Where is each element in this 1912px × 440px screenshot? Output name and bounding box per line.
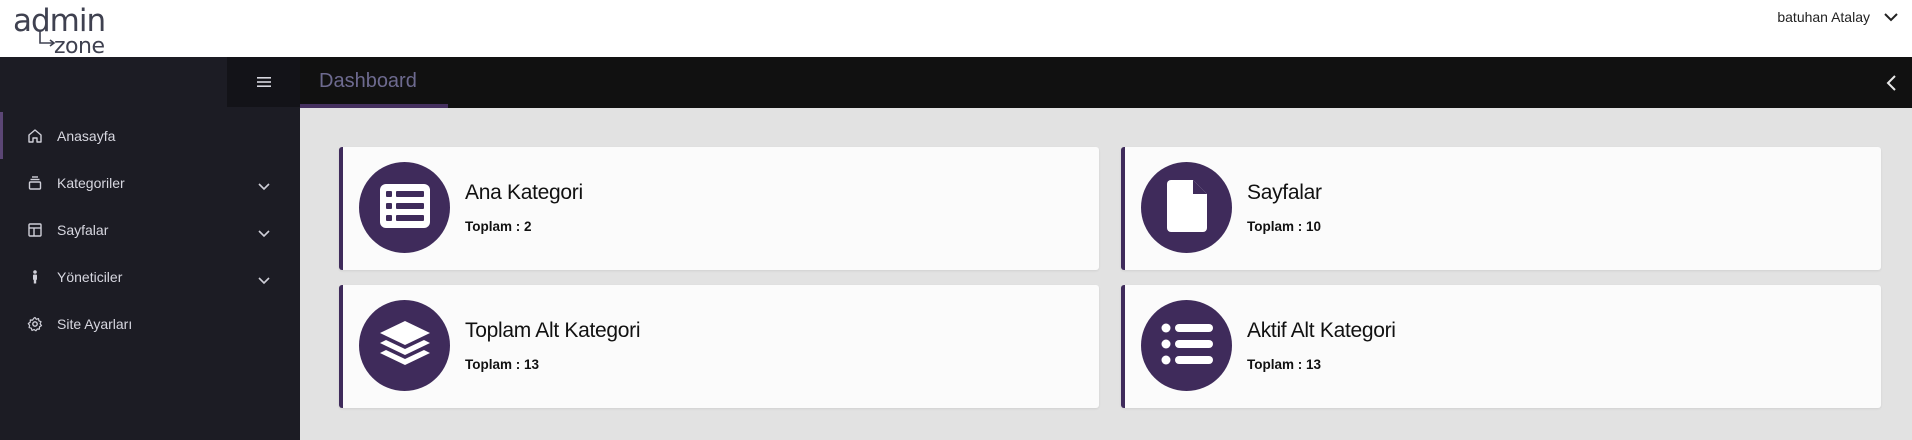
card-count: Toplam : 13	[1247, 357, 1322, 372]
dashboard-cards: Ana Kategori Toplam : 2 Sayfalar Toplam …	[339, 147, 1881, 408]
card-title: Sayfalar	[1247, 181, 1322, 204]
logo[interactable]: admin zone	[13, 3, 119, 59]
sidebar-item-anasayfa[interactable]: Anasayfa	[0, 112, 300, 159]
user-name[interactable]: batuhan Atalay	[1777, 9, 1870, 25]
person-icon	[27, 269, 43, 285]
card-icon-badge	[359, 162, 450, 253]
stat-card-sayfalar[interactable]: Sayfalar Toplam : 10	[1121, 147, 1881, 270]
chevron-down-icon[interactable]	[258, 225, 270, 241]
page-header: Dashboard	[300, 57, 1912, 108]
sidebar-nav: Anasayfa Kategoriler Sayfalar Yöneticile…	[0, 112, 300, 347]
sidebar-item-kategoriler[interactable]: Kategoriler	[0, 159, 300, 206]
stat-card-aktif-alt-kategori[interactable]: Aktif Alt Kategori Toplam : 13	[1121, 285, 1881, 408]
page-title: Dashboard	[319, 70, 417, 92]
card-title: Aktif Alt Kategori	[1247, 319, 1396, 342]
card-title: Toplam Alt Kategori	[465, 319, 641, 342]
stat-card-ana-kategori[interactable]: Ana Kategori Toplam : 2	[339, 147, 1099, 270]
layers-icon	[27, 175, 43, 191]
sidebar-item-label: Kategoriler	[57, 174, 125, 191]
hamburger-icon[interactable]	[256, 73, 271, 92]
card-icon-badge	[1141, 300, 1232, 391]
layers-icon	[378, 319, 432, 373]
stat-card-toplam-alt-kategori[interactable]: Toplam Alt Kategori Toplam : 13	[339, 285, 1099, 408]
card-icon-badge	[1141, 162, 1232, 253]
user-menu[interactable]: batuhan Atalay	[1777, 8, 1898, 26]
logo-text-bottom: zone	[54, 34, 105, 55]
chevron-down-icon[interactable]	[1884, 12, 1898, 22]
sidebar: Anasayfa Kategoriler Sayfalar Yöneticile…	[0, 57, 300, 440]
title-underline	[300, 104, 448, 108]
chevron-down-icon[interactable]	[258, 272, 270, 288]
gear-icon	[27, 316, 43, 332]
sidebar-item-label: Sayfalar	[57, 221, 109, 238]
sidebar-toggle-button[interactable]	[227, 57, 300, 107]
sidebar-item-label: Yöneticiler	[57, 268, 123, 285]
file-icon	[1166, 179, 1207, 236]
card-title: Ana Kategori	[465, 181, 583, 204]
card-count: Toplam : 2	[465, 219, 532, 234]
chevron-left-icon[interactable]	[1882, 73, 1902, 93]
top-bar: admin zone batuhan Atalay	[0, 0, 1912, 59]
sidebar-item-label: Site Ayarları	[57, 315, 133, 332]
card-count: Toplam : 13	[465, 357, 540, 372]
card-icon-badge	[359, 300, 450, 391]
home-icon	[27, 128, 43, 144]
sidebar-item-yoneticiler[interactable]: Yöneticiler	[0, 253, 300, 300]
list-ul-icon	[1161, 322, 1213, 370]
sidebar-item-site-ayarlari[interactable]: Site Ayarları	[0, 300, 300, 347]
list-icon	[379, 183, 431, 233]
chevron-down-icon[interactable]	[258, 178, 270, 194]
layout-icon	[27, 222, 43, 238]
sidebar-item-sayfalar[interactable]: Sayfalar	[0, 206, 300, 253]
sidebar-item-label: Anasayfa	[57, 127, 116, 144]
card-count: Toplam : 10	[1247, 219, 1322, 234]
